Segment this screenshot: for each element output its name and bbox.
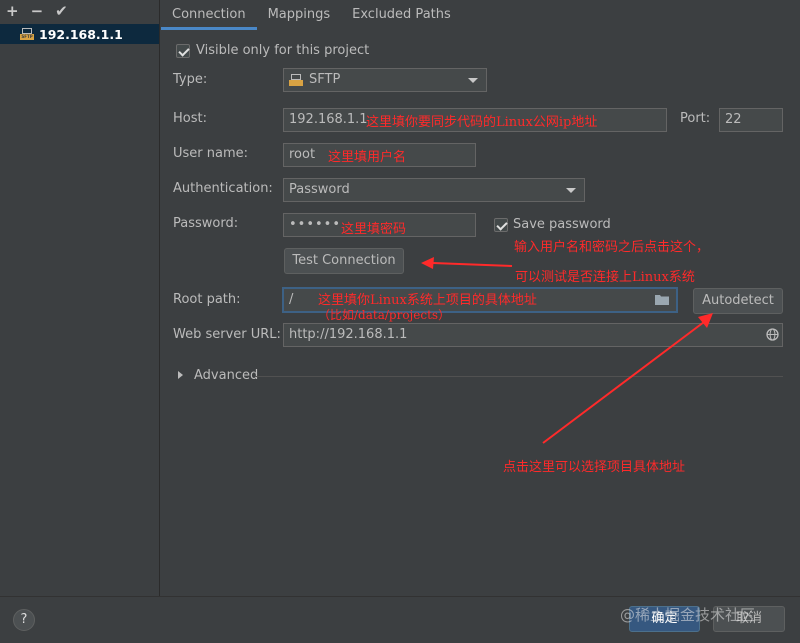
- help-button[interactable]: ?: [13, 609, 35, 631]
- watermark-text: @稀土掘金技术社区: [620, 606, 756, 624]
- arrow-to-test-connection: [432, 262, 513, 267]
- annotation-arrows: [421, 257, 713, 444]
- arrow-to-autodetect: [542, 321, 705, 444]
- arrowhead-test-connection: [421, 257, 434, 269]
